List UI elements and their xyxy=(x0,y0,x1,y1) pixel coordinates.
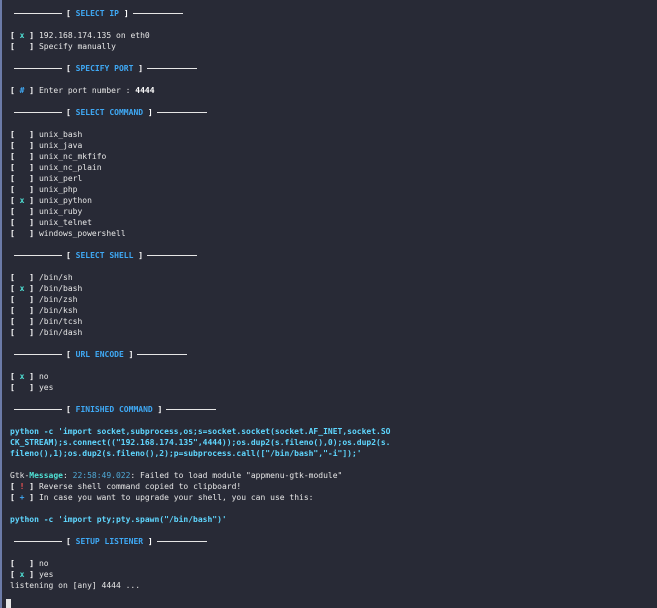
option-ip: [ ] Specify manually xyxy=(10,42,116,51)
port-input-line: [ # ] Enter port number : 4444 xyxy=(10,86,155,95)
option-shell: [ ] /bin/ksh xyxy=(10,306,78,315)
option-shell: [ ] /bin/dash xyxy=(10,328,83,337)
option-shell: [ ] /bin/sh xyxy=(10,273,73,282)
port-value: 4444 xyxy=(135,86,155,95)
section-header-select-ip: [ SELECT IP ] xyxy=(10,8,657,19)
option-command: [ ] unix_ruby xyxy=(10,207,83,216)
option-ip: [ x ] 192.168.174.135 on eth0 xyxy=(10,31,150,40)
option-shell: [ x ] /bin/bash xyxy=(10,284,83,293)
terminal-window[interactable]: [ SELECT IP ] [ x ] 192.168.174.135 on e… xyxy=(0,0,657,608)
option-listener: [ ] no xyxy=(10,559,49,568)
notice-upgrade: [ + ] In case you want to upgrade your s… xyxy=(10,493,314,502)
option-command: [ ] unix_java xyxy=(10,141,83,150)
section-header-select-command: [ SELECT COMMAND ] xyxy=(10,107,657,118)
option-command: [ x ] unix_python xyxy=(10,196,92,205)
section-header-finished-command: [ FINISHED COMMAND ] xyxy=(10,404,657,415)
gtk-message: Gtk-Message: 22:58:49.022: Failed to loa… xyxy=(10,471,343,480)
option-command: [ ] unix_telnet xyxy=(10,218,92,227)
option-command: [ ] unix_nc_mkfifo xyxy=(10,152,107,161)
option-command: [ ] windows_powershell xyxy=(10,229,126,238)
section-header-url-encode: [ URL ENCODE ] xyxy=(10,349,657,360)
option-url-encode: [ x ] no xyxy=(10,372,49,381)
option-shell: [ ] /bin/tcsh xyxy=(10,317,83,326)
option-command: [ ] unix_perl xyxy=(10,174,83,183)
option-shell: [ ] /bin/zsh xyxy=(10,295,78,304)
option-listener: [ x ] yes xyxy=(10,570,54,579)
section-header-setup-listener: [ SETUP LISTENER ] xyxy=(10,536,657,547)
section-header-specify-port: [ SPECIFY PORT ] xyxy=(10,63,657,74)
listening-status: listening on [any] 4444 ... xyxy=(10,581,141,590)
finished-command-text[interactable]: python -c 'import socket,subprocess,os;s… xyxy=(10,426,394,459)
option-url-encode: [ ] yes xyxy=(10,383,54,392)
notice-copied: [ ! ] Reverse shell command copied to cl… xyxy=(10,482,242,491)
upgrade-command-text[interactable]: python -c 'import pty;pty.spawn("/bin/ba… xyxy=(10,514,394,525)
option-command: [ ] unix_php xyxy=(10,185,78,194)
option-command: [ ] unix_bash xyxy=(10,130,83,139)
section-header-select-shell: [ SELECT SHELL ] xyxy=(10,250,657,261)
option-command: [ ] unix_nc_plain xyxy=(10,163,102,172)
terminal-cursor xyxy=(6,599,11,608)
